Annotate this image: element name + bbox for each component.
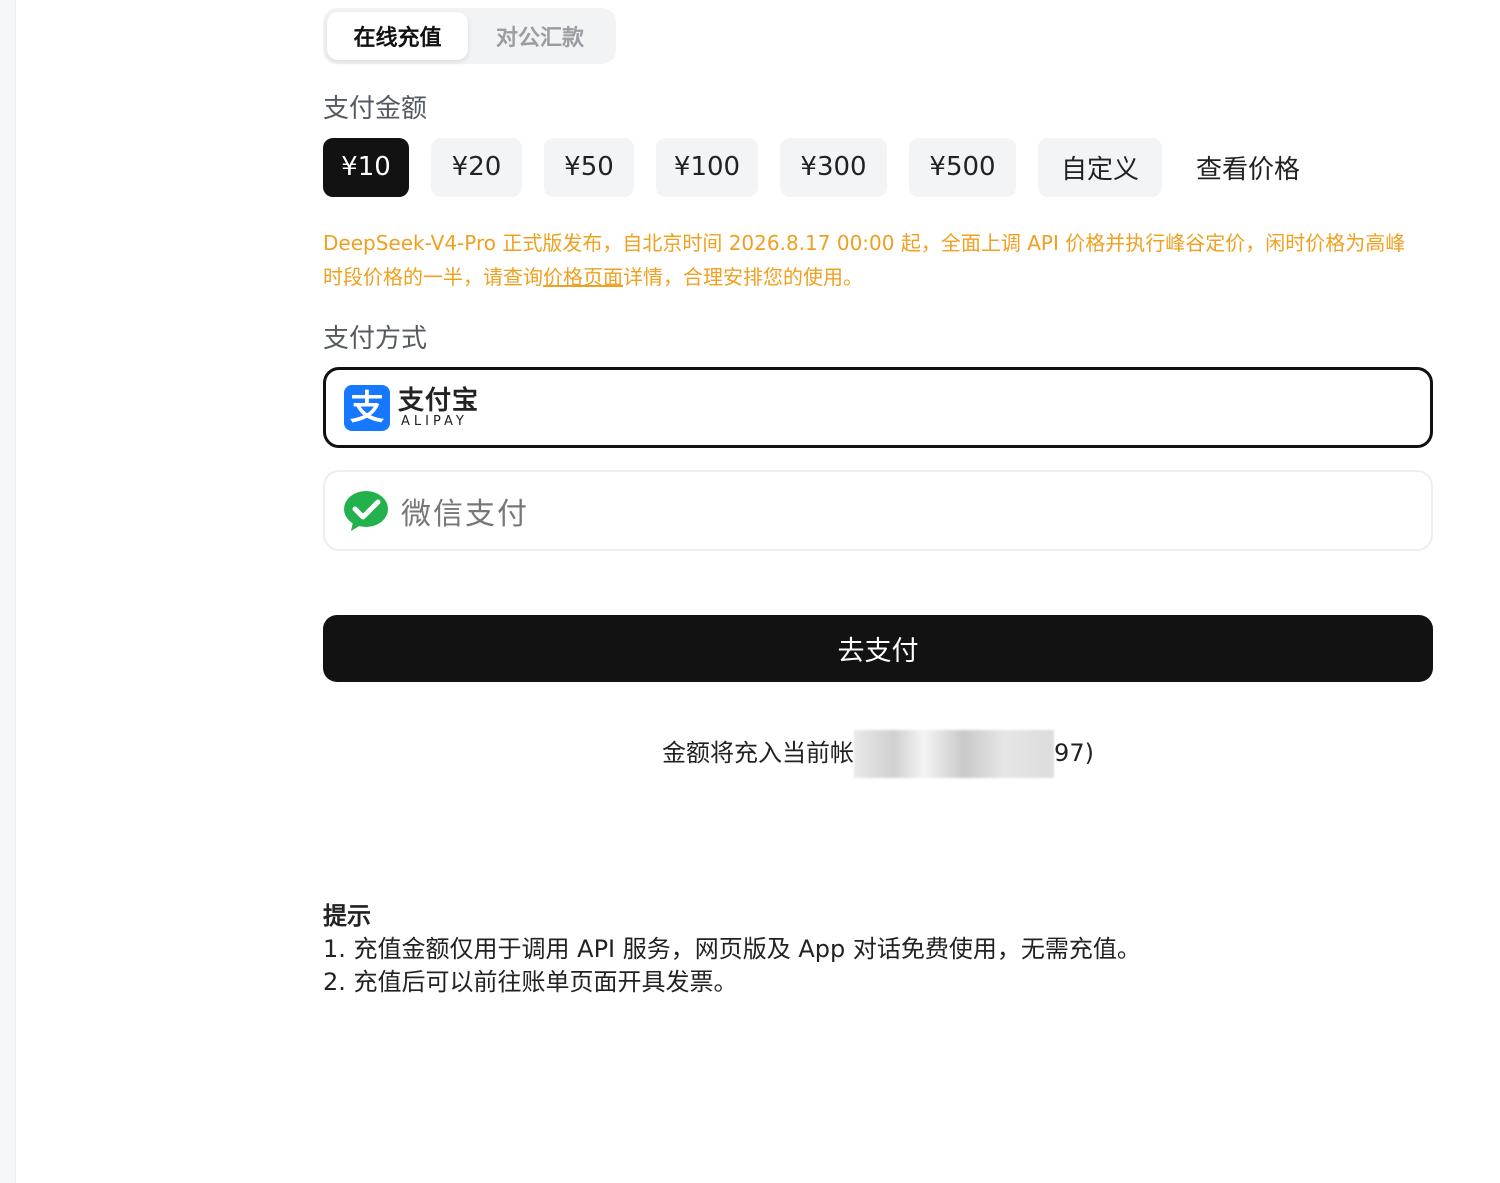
recharge-tabs: 在线充值 对公汇款	[323, 8, 616, 64]
amount-option-500[interactable]: ¥500	[909, 137, 1016, 197]
tab-corporate-transfer[interactable]: 对公汇款	[468, 12, 612, 60]
payment-section-label: 支付方式	[323, 324, 428, 354]
amount-option-50[interactable]: ¥50	[544, 137, 634, 197]
pay-button[interactable]: 去支付	[323, 615, 1433, 682]
payment-option-alipay[interactable]: 支 支付宝 ALIPAY	[323, 367, 1433, 448]
price-notice: DeepSeek-V4-Pro 正式版发布，自北京时间 2026.8.17 00…	[323, 226, 1423, 294]
pricing-page-link[interactable]: 价格页面	[543, 265, 623, 289]
amount-option-custom[interactable]: 自定义	[1038, 137, 1162, 197]
account-prefix: 金额将充入当前帐	[662, 739, 855, 767]
amount-option-100[interactable]: ¥100	[656, 137, 758, 197]
notice-text-before: DeepSeek-V4-Pro 正式版发布，自北京时间 2026.8.17 00…	[323, 231, 1406, 289]
tips-section: 提示 1. 充值金额仅用于调用 API 服务，网页版及 App 对话免费使用，无…	[323, 900, 1433, 999]
sidebar-edge	[0, 0, 16, 1183]
account-suffix: 97)	[1054, 739, 1094, 767]
amount-section-label: 支付金额	[323, 94, 428, 124]
payment-option-wechat[interactable]: 微信支付	[323, 470, 1433, 551]
tips-title: 提示	[323, 902, 371, 930]
alipay-name: 支付宝	[398, 385, 480, 416]
alipay-subtitle: ALIPAY	[401, 413, 468, 429]
amount-option-10[interactable]: ¥10	[323, 137, 409, 197]
wechat-pay-label: 微信支付	[401, 496, 529, 532]
tab-online-recharge[interactable]: 在线充值	[327, 12, 469, 60]
amount-option-300[interactable]: ¥300	[780, 137, 887, 197]
account-info: 金额将充入当前帐 97)	[323, 730, 1433, 780]
notice-text-after: 详情，合理安排您的使用。	[623, 265, 863, 289]
view-pricing-link[interactable]: 查看价格	[1196, 149, 1300, 186]
alipay-icon: 支	[344, 384, 390, 431]
tip-item: 1. 充值金额仅用于调用 API 服务，网页版及 App 对话免费使用，无需充值…	[323, 935, 1141, 963]
amount-options: ¥10 ¥20 ¥50 ¥100 ¥300 ¥500 自定义 查看价格	[323, 137, 1300, 197]
wechat-pay-icon	[344, 490, 388, 531]
amount-option-20[interactable]: ¥20	[431, 137, 522, 197]
redacted-account	[854, 730, 1055, 778]
tip-item: 2. 充值后可以前往账单页面开具发票。	[323, 968, 738, 996]
alipay-wordmark: 支付宝 ALIPAY	[398, 387, 479, 429]
